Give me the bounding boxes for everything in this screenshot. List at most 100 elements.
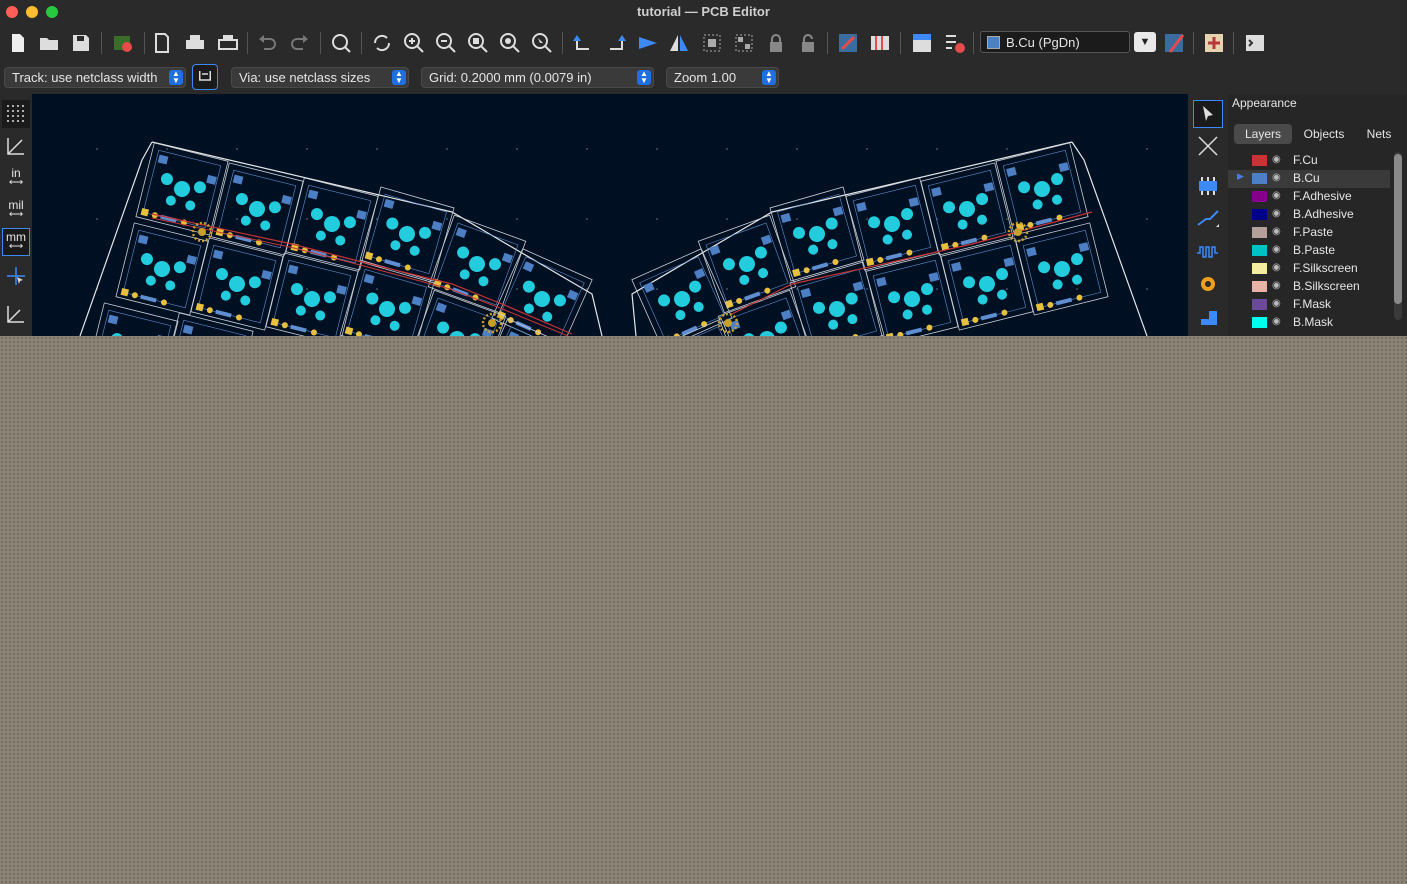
right-keyboard-half [631,142,1109,336]
lock-icon[interactable] [762,29,790,57]
unlock-icon[interactable] [794,29,822,57]
polar-coords-icon[interactable] [2,132,30,160]
visibility-eye-icon[interactable]: ◉ [1272,154,1281,165]
layer-name: F.Silkscreen [1293,261,1358,275]
layer-color-swatch[interactable] [1252,209,1267,220]
update-pcb-icon[interactable] [834,29,862,57]
key-footprint [789,261,885,336]
chevron-down-icon[interactable]: ▼ [1134,32,1156,52]
layer-color-swatch [987,35,1000,49]
layer-color-swatch[interactable] [1252,245,1267,256]
zoom-objects-icon[interactable] [496,29,524,57]
footprint-editor-icon[interactable] [866,29,894,57]
via-size-select[interactable]: Via: use netclass sizes ▲ ▼ [231,67,409,88]
add-via-icon[interactable] [1193,270,1223,298]
route-track-icon[interactable] [1193,204,1223,232]
layer-color-swatch[interactable] [1252,191,1267,202]
local-ratsnest-icon[interactable] [1193,132,1223,160]
zoom-out-icon[interactable] [432,29,460,57]
measure-icon[interactable] [2,300,30,328]
zoom-select[interactable]: Zoom 1.00 ▲ ▼ [666,67,779,88]
layer-color-swatch[interactable] [1252,173,1267,184]
visibility-eye-icon[interactable]: ◉ [1272,280,1281,291]
page-settings-icon[interactable] [148,29,176,57]
layer-row[interactable]: ◉ B.Adhesive [1228,206,1390,224]
layer-color-swatch[interactable] [1252,317,1267,328]
visibility-eye-icon[interactable]: ◉ [1272,316,1281,327]
tab-objects[interactable]: Objects [1296,124,1352,144]
board-setup-icon[interactable] [109,29,137,57]
add-footprint-icon[interactable] [1193,172,1223,200]
undo-icon[interactable] [253,29,281,57]
print-icon[interactable] [181,29,209,57]
layer-color-swatch[interactable] [1252,227,1267,238]
layer-row[interactable]: ◉ F.Silkscreen [1228,260,1390,278]
find-icon[interactable] [327,29,355,57]
layer-color-swatch[interactable] [1252,299,1267,310]
scrollbar-thumb[interactable] [1394,154,1402,304]
mirror-icon[interactable] [665,29,693,57]
plot-icon[interactable] [214,29,242,57]
group-icon[interactable] [698,29,726,57]
visibility-eye-icon[interactable]: ◉ [1272,190,1281,201]
track-width-select[interactable]: Track: use netclass width ▲ ▼ [4,67,186,88]
visibility-eye-icon[interactable]: ◉ [1272,226,1281,237]
rotate-cw-icon[interactable] [602,29,630,57]
title-bar: tutorial — PCB Editor [0,0,1407,24]
units-mm-button[interactable]: mm ⟷ [2,228,30,256]
save-icon[interactable] [67,29,95,57]
flip-icon[interactable] [634,29,662,57]
layer-color-swatch[interactable] [1252,281,1267,292]
layer-row[interactable]: ◉ B.Paste [1228,242,1390,260]
tab-nets[interactable]: Nets [1356,124,1402,144]
cursor-shape-icon[interactable] [2,262,30,290]
redo-icon[interactable] [286,29,314,57]
key-footprint [115,222,209,316]
zoom-in-icon[interactable] [400,29,428,57]
rotate-ccw-icon[interactable] [569,29,597,57]
key-footprint [265,252,359,336]
select-arrow-icon[interactable] [1193,100,1223,128]
terminal-icon[interactable] [1241,29,1269,57]
visibility-eye-icon[interactable]: ◉ [1272,298,1281,309]
zoom-fit-icon[interactable] [464,29,492,57]
scripting-icon[interactable] [1200,29,1228,57]
add-zone-icon[interactable] [1193,302,1223,330]
grid-select[interactable]: Grid: 0.2000 mm (0.0079 in) ▲ ▼ [421,67,654,88]
netlist-icon[interactable] [908,29,936,57]
visibility-eye-icon[interactable]: ◉ [1272,262,1281,273]
layer-list-scrollbar[interactable] [1394,152,1402,320]
tab-layers[interactable]: Layers [1234,124,1292,144]
layer-row[interactable]: ◉ F.Paste [1228,224,1390,242]
active-layer-selector[interactable]: B.Cu (PgDn) [980,31,1130,53]
layer-name: F.Adhesive [1293,189,1352,203]
new-board-icon[interactable] [4,29,32,57]
redraw-icon[interactable] [368,29,396,57]
pcb-canvas[interactable] [32,94,1188,336]
layer-row[interactable]: ◉ B.Silkscreen [1228,278,1390,296]
layer-row[interactable]: ◉ B.Mask [1228,314,1390,332]
layer-row[interactable]: ◉ F.Cu [1228,152,1390,170]
layer-row[interactable]: ◉ F.Mask [1228,296,1390,314]
layer-pair-icon[interactable] [1160,29,1188,57]
options-toolbar: Track: use netclass width ▲ ▼ Via: use net… [0,62,1407,94]
open-icon[interactable] [35,29,63,57]
drc-icon[interactable] [940,29,968,57]
layer-color-swatch[interactable] [1252,155,1267,166]
ungroup-icon[interactable] [730,29,758,57]
visibility-eye-icon[interactable]: ◉ [1272,208,1281,219]
zoom-selection-icon[interactable] [528,29,556,57]
visibility-eye-icon[interactable]: ◉ [1272,244,1281,255]
layer-name: B.Adhesive [1293,207,1354,221]
grid-toggle-icon[interactable] [2,100,30,128]
visibility-eye-icon[interactable]: ◉ [1272,172,1281,183]
grid-value: Grid: 0.2000 mm (0.0079 in) [429,70,592,85]
layer-color-swatch[interactable] [1252,263,1267,274]
layer-row[interactable]: ◉ F.Adhesive [1228,188,1390,206]
auto-track-width-button[interactable] [192,64,218,90]
units-inches-button[interactable]: in ⟷ [2,164,30,192]
units-mils-button[interactable]: mil ⟷ [2,196,30,224]
tune-length-icon[interactable] [1193,238,1223,266]
layer-row[interactable]: ▶ ◉ B.Cu [1228,170,1390,188]
pcb-editor-window: tutorial — PCB Editor B.Cu (PgDn) ▼ Trac… [0,0,1407,336]
